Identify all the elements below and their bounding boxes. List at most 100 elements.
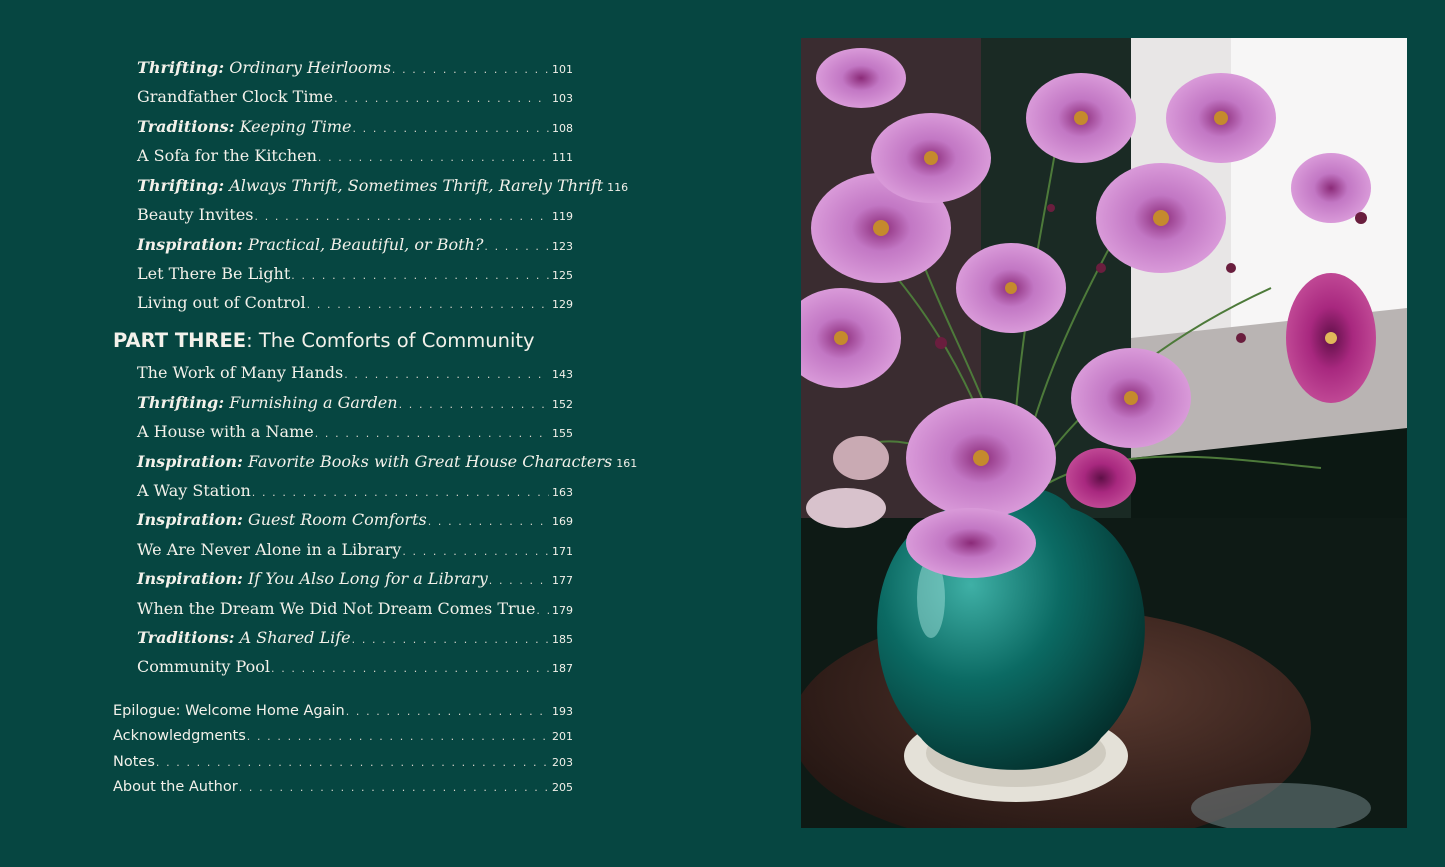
toc-entry[interactable]: Inspiration: Favorite Books with Great H…	[137, 450, 637, 474]
toc-entry[interactable]: Inspiration: Guest Room Comforts . . . .…	[137, 508, 573, 532]
page-number: 101	[552, 63, 573, 76]
dot-leader: . . . . . . . . . . . . . . . . . . . . …	[317, 151, 549, 164]
dot-leader: . . . . . . . . . . . . . . . . . . . . …	[291, 269, 549, 282]
toc-back-entry[interactable]: About the Author . . . . . . . . . . . .…	[113, 775, 573, 799]
page-number: 116	[607, 181, 629, 194]
entry-title: We Are Never Alone in a Library	[137, 540, 402, 559]
toc-entry[interactable]: A Way Station . . . . . . . . . . . . . …	[137, 479, 573, 503]
entry-title: Living out of Control	[137, 293, 306, 312]
page-number: 103	[552, 92, 573, 105]
toc-entry[interactable]: Living out of Control . . . . . . . . . …	[137, 291, 573, 315]
page-number: 119	[552, 210, 573, 223]
toc-entry[interactable]: Let There Be Light . . . . . . . . . . .…	[137, 262, 573, 286]
page-number: 129	[552, 298, 573, 311]
dot-leader: . . . . . . . . . . . . . . . . . . . . …	[344, 368, 549, 381]
page-number: 161	[616, 457, 638, 470]
page-number: 163	[552, 486, 573, 499]
dot-leader: . . . . . . . . . . . . . . . . . . . . …	[334, 92, 549, 105]
entry-title: Practical, Beautiful, or Both?	[247, 235, 484, 254]
page-number: 201	[552, 730, 573, 743]
page-number: 108	[552, 122, 573, 135]
toc-entry[interactable]: We Are Never Alone in a Library . . . . …	[137, 538, 573, 562]
entry-title: A Way Station	[137, 481, 251, 500]
toc-entry[interactable]: Inspiration: If You Also Long for a Libr…	[137, 567, 573, 591]
dot-leader: . . . . . . . . . . . . . . . . . . . . …	[251, 486, 549, 499]
entry-title: Furnishing a Garden	[229, 393, 398, 412]
dot-leader: . . . . . . . . . . . . . . . . . . . . …	[391, 63, 549, 76]
page-number: 187	[552, 662, 573, 675]
entry-label: Inspiration:	[137, 452, 243, 471]
toc-entry[interactable]: Thrifting: Ordinary Heirlooms . . . . . …	[137, 56, 573, 80]
page-number: 203	[552, 756, 573, 769]
entry-title: If You Also Long for a Library	[247, 569, 488, 588]
dot-leader: . . . . . . . . . . . . . . . . . . . . …	[427, 515, 549, 528]
page-number: 205	[552, 781, 573, 794]
flower-vase-photo	[801, 38, 1407, 828]
entry-title: Ordinary Heirlooms	[229, 58, 391, 77]
entry-title: Let There Be Light	[137, 264, 291, 283]
entry-label: Traditions:	[137, 117, 235, 136]
dot-leader: . . . . . . . . . . . . . . . . . . . . …	[536, 604, 549, 617]
entry-title: A Sofa for the Kitchen	[137, 146, 317, 165]
dot-leader: . . . . . . . . . . . . . . . . . . . . …	[345, 705, 549, 718]
toc-entry[interactable]: Grandfather Clock Time . . . . . . . . .…	[137, 85, 573, 109]
dot-leader: . . . . . . . . . . . . . . . . . . . . …	[306, 298, 549, 311]
dot-leader: . . . . . . . . . . . . . . . . . . . . …	[238, 781, 549, 794]
dot-leader: . . . . . . . . . . . . . . . . . . . . …	[352, 122, 549, 135]
entry-title: The Work of Many Hands	[137, 363, 344, 382]
entry-label: Thrifting:	[137, 393, 225, 412]
entry-label: Thrifting:	[137, 176, 225, 195]
toc-entry[interactable]: Thrifting: Furnishing a Garden . . . . .…	[137, 391, 573, 415]
entry-label: Thrifting:	[137, 58, 225, 77]
dot-leader: . . . . . . . . . . . . . . . . . . . . …	[484, 240, 549, 253]
page-number: 171	[552, 545, 573, 558]
page-number: 111	[552, 151, 573, 164]
dot-leader: . . . . . . . . . . . . . . . . . . . . …	[254, 210, 549, 223]
part-title: : The Comforts of Community	[246, 329, 535, 352]
flower-vase-illustration	[801, 38, 1407, 828]
dot-leader: . . . . . . . . . . . . . . . . . . . . …	[398, 398, 549, 411]
entry-label: Inspiration:	[137, 510, 243, 529]
entry-title: Community Pool	[137, 657, 270, 676]
page-number: 177	[552, 574, 573, 587]
dot-leader: . . . . . . . . . . . . . . . . . . . . …	[271, 662, 549, 675]
entry-label: Inspiration:	[137, 235, 243, 254]
toc-back-entry[interactable]: Acknowledgments . . . . . . . . . . . . …	[113, 724, 573, 748]
dot-leader: . . . . . . . . . . . . . . . . . . . . …	[246, 730, 549, 743]
dot-leader: . . . . . . . . . . . . . . . . . . . . …	[314, 427, 549, 440]
entry-title: Always Thrift, Sometimes Thrift, Rarely …	[229, 176, 604, 195]
toc-entry[interactable]: Community Pool . . . . . . . . . . . . .…	[137, 655, 573, 679]
page-number: 193	[552, 705, 573, 718]
entry-label: Inspiration:	[137, 569, 243, 588]
entry-title: Acknowledgments	[113, 728, 246, 744]
page-number: 169	[552, 515, 573, 528]
dot-leader: . . . . . . . . . . . . . . . . . . . . …	[488, 574, 549, 587]
toc-entry[interactable]: Traditions: A Shared Life . . . . . . . …	[137, 626, 573, 650]
dot-leader: . . . . . . . . . . . . . . . . . . . . …	[155, 756, 549, 769]
entry-title: Notes	[113, 754, 155, 770]
part-label: PART THREE	[113, 329, 247, 352]
toc-entry[interactable]: Traditions: Keeping Time . . . . . . . .…	[137, 115, 573, 139]
toc-back-entry[interactable]: Epilogue: Welcome Home Again . . . . . .…	[113, 699, 573, 723]
toc-entry[interactable]: A House with a Name . . . . . . . . . . …	[137, 420, 573, 444]
part-heading[interactable]: PART THREE: The Comforts of Community	[113, 326, 613, 356]
page-number: 185	[552, 633, 573, 646]
entry-title: About the Author	[113, 779, 238, 795]
toc-entry[interactable]: Beauty Invites . . . . . . . . . . . . .…	[137, 203, 573, 227]
entry-title: A Shared Life	[239, 628, 351, 647]
page-number: 123	[552, 240, 573, 253]
entry-title: Beauty Invites	[137, 205, 254, 224]
dot-leader: . . . . . . . . . . . . . . . . . . . . …	[402, 545, 549, 558]
toc-back-entry[interactable]: Notes . . . . . . . . . . . . . . . . . …	[113, 750, 573, 774]
toc-entry[interactable]: Inspiration: Practical, Beautiful, or Bo…	[137, 233, 573, 257]
toc-entry[interactable]: When the Dream We Did Not Dream Comes Tr…	[137, 597, 573, 621]
entry-title: Guest Room Comforts	[247, 510, 427, 529]
toc-entry[interactable]: The Work of Many Hands . . . . . . . . .…	[137, 361, 573, 385]
page-number: 155	[552, 427, 573, 440]
dot-leader: . . . . . . . . . . . . . . . . . . . . …	[351, 633, 549, 646]
toc-entry[interactable]: Thrifting: Always Thrift, Sometimes Thri…	[137, 174, 628, 198]
toc-entry[interactable]: A Sofa for the Kitchen . . . . . . . . .…	[137, 144, 573, 168]
page-number: 152	[552, 398, 573, 411]
page-number: 179	[552, 604, 573, 617]
entry-title: Keeping Time	[239, 117, 352, 136]
